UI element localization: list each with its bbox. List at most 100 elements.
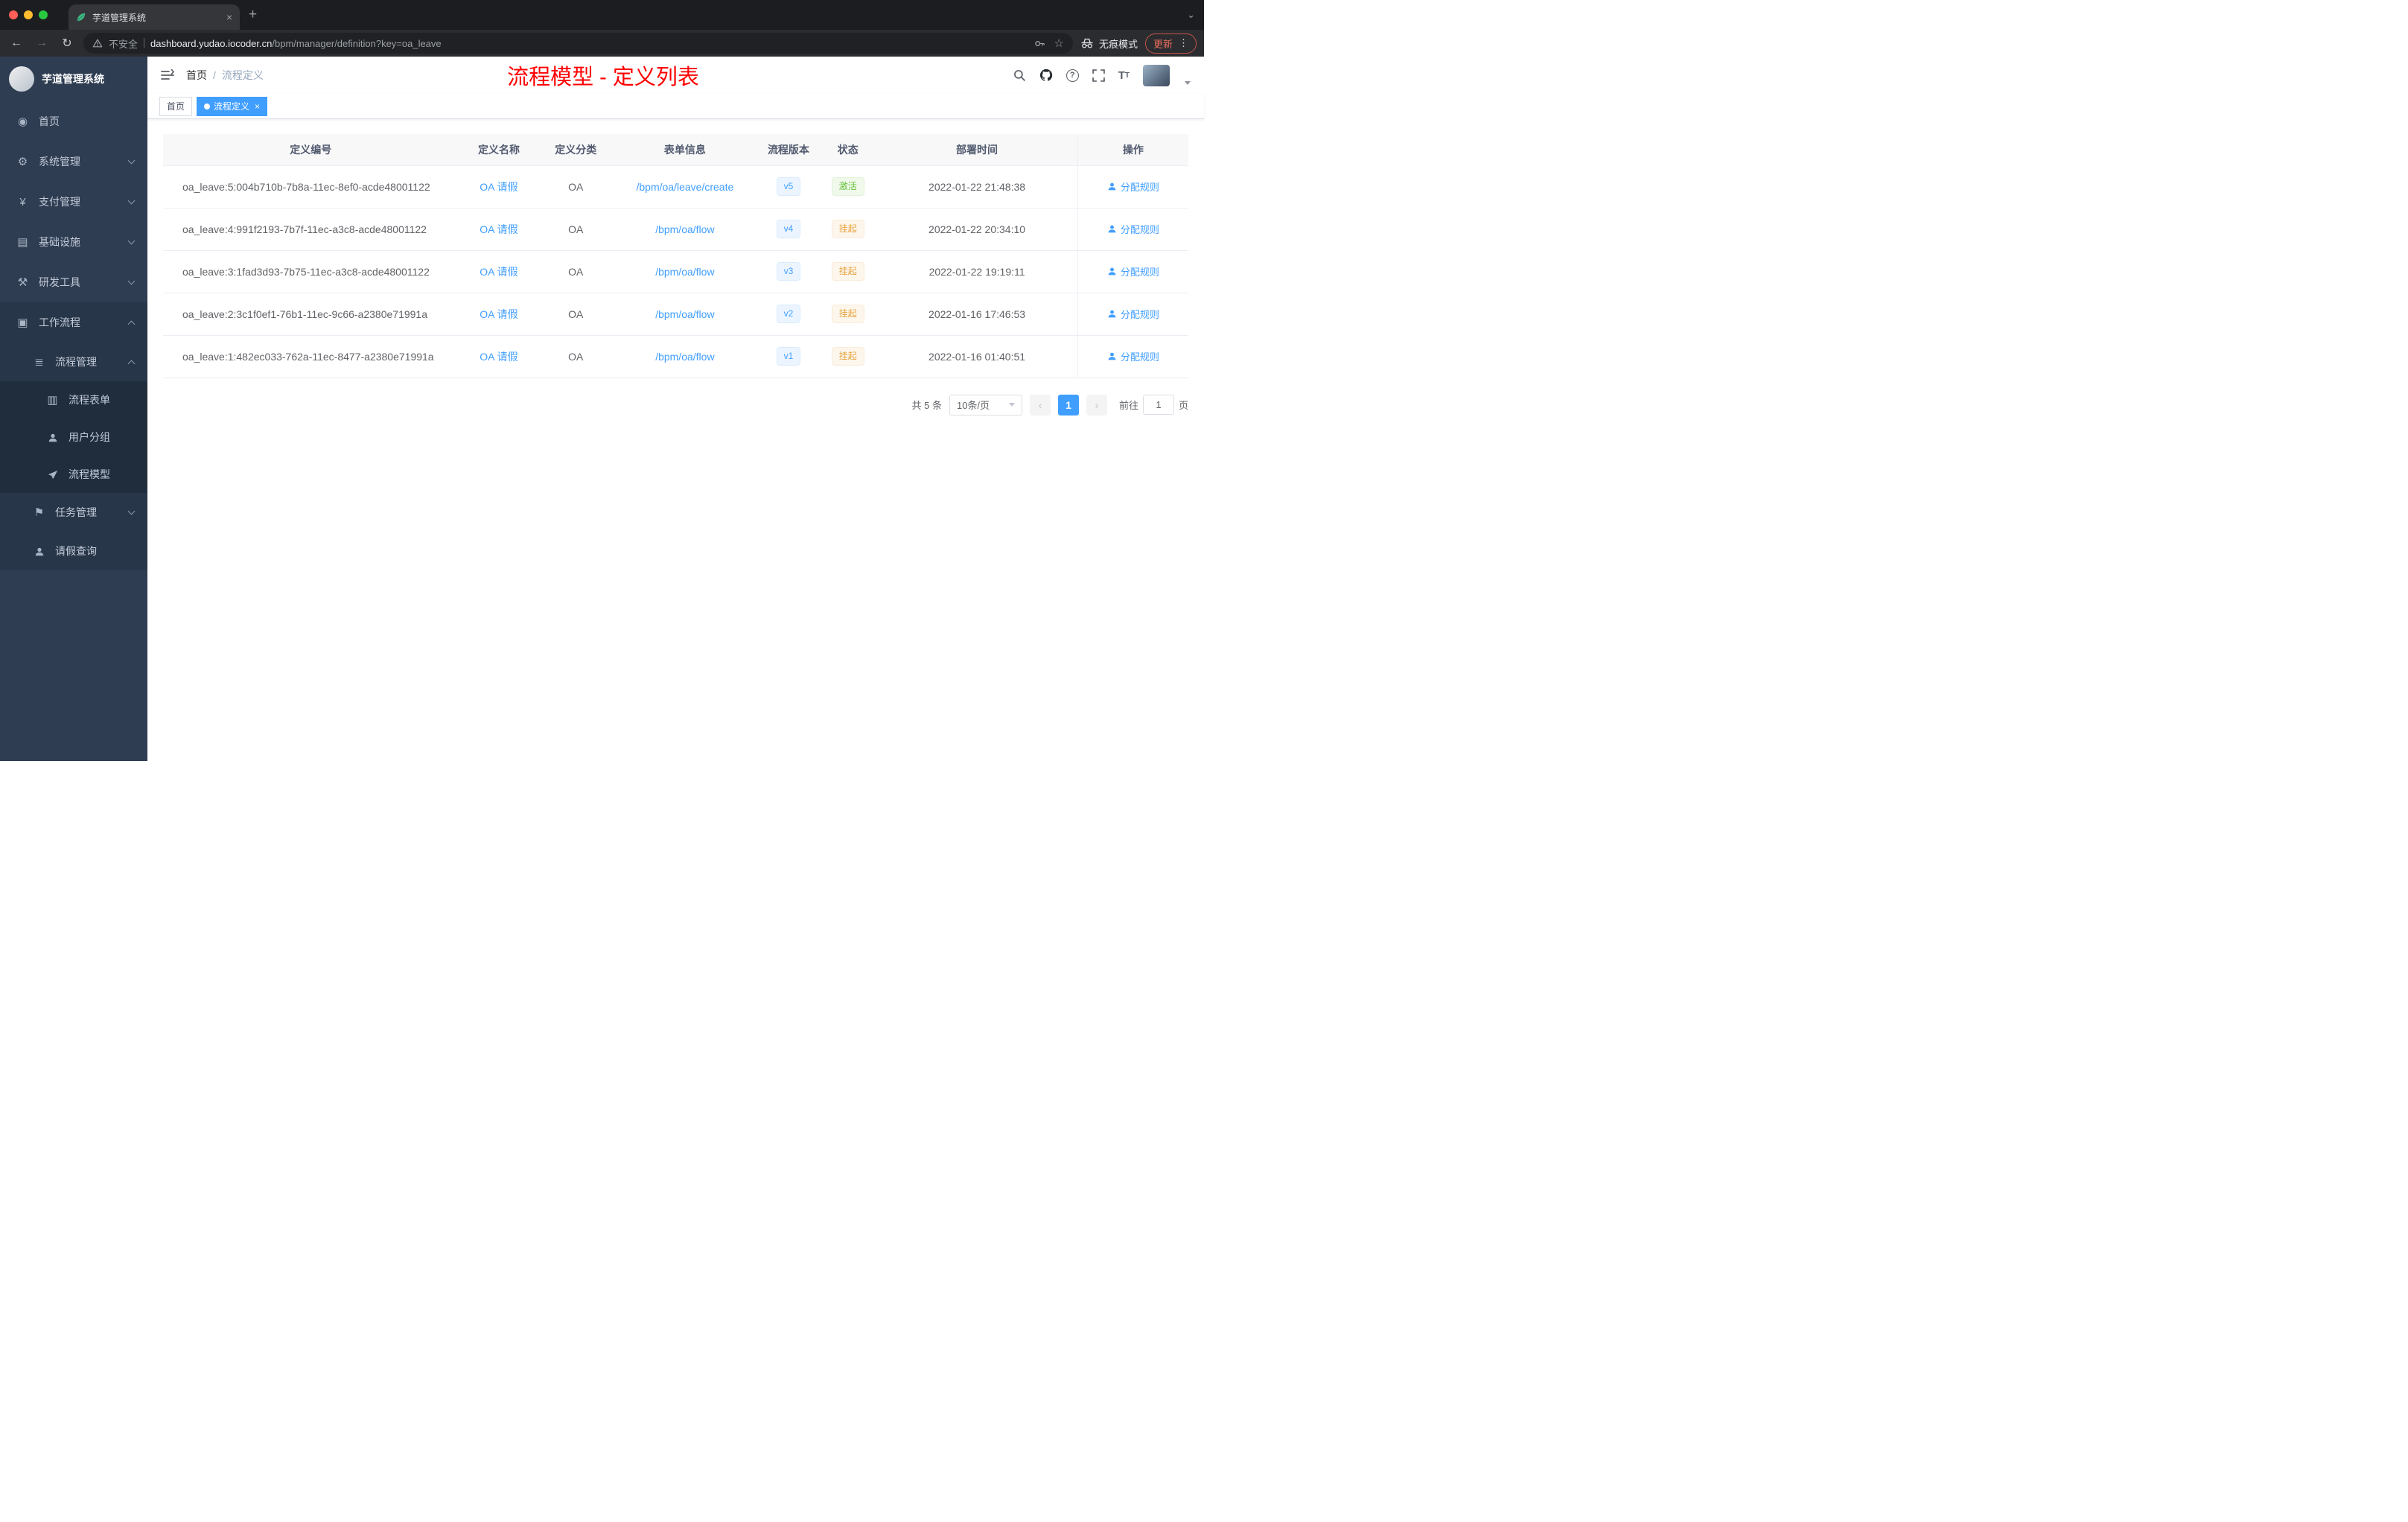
tags-view: 首页 流程定义 ×: [147, 94, 1204, 119]
yen-icon: ¥: [19, 195, 26, 208]
definition-name-link[interactable]: OA 请假: [480, 223, 517, 235]
incognito-icon: [1081, 38, 1093, 48]
font-size-icon[interactable]: TT: [1118, 69, 1130, 82]
column-header-name: 定义名称: [458, 134, 540, 166]
collapse-sidebar-icon[interactable]: [161, 69, 174, 81]
browser-tab[interactable]: 芋道管理系统 ×: [69, 4, 240, 30]
forward-icon[interactable]: →: [33, 36, 51, 50]
definition-category: OA: [539, 335, 613, 378]
assign-rule-link[interactable]: 分配规则: [1107, 349, 1159, 363]
sidebar-item-home[interactable]: ◉ 首页: [0, 101, 147, 141]
favicon-icon: [77, 13, 86, 22]
definition-name-link[interactable]: OA 请假: [480, 181, 517, 193]
sidebar-item-payment[interactable]: ¥ 支付管理: [0, 182, 147, 222]
definition-name-link[interactable]: OA 请假: [480, 266, 517, 278]
page-size-select[interactable]: 10条/页: [949, 394, 1022, 415]
sidebar-item-system[interactable]: ⚙ 系统管理: [0, 141, 147, 182]
back-icon[interactable]: ←: [7, 36, 25, 50]
tag-close-icon[interactable]: ×: [255, 101, 260, 112]
definition-id: oa_leave:4:991f2193-7b7f-11ec-a3c8-acde4…: [163, 208, 459, 251]
goto-page-input[interactable]: [1142, 395, 1174, 415]
assign-rule-link[interactable]: 分配规则: [1107, 179, 1159, 194]
sidebar-item-label: 系统管理: [39, 156, 80, 168]
sidebar-item-task-mgmt[interactable]: ⚑ 任务管理: [0, 493, 147, 532]
zoom-window-button[interactable]: [39, 10, 48, 19]
column-header-form: 表单信息: [612, 134, 758, 166]
tag-process-definition[interactable]: 流程定义 ×: [197, 96, 268, 116]
breadcrumb-home[interactable]: 首页: [186, 68, 207, 83]
github-icon[interactable]: [1039, 69, 1053, 82]
next-page-button[interactable]: ›: [1086, 394, 1107, 415]
pagination: 共 5 条 10条/页 ‹ 1 › 前往 页: [163, 394, 1188, 415]
sidebar-item-devtools[interactable]: ⚒ 研发工具: [0, 262, 147, 302]
close-window-button[interactable]: [9, 10, 18, 19]
form-link[interactable]: /bpm/oa/flow: [655, 308, 714, 320]
tag-home[interactable]: 首页: [159, 96, 193, 116]
search-icon[interactable]: [1013, 69, 1026, 82]
goto-label: 前往: [1118, 400, 1138, 411]
tab-search-icon[interactable]: ⌄: [1187, 9, 1195, 21]
user-menu-caret-icon[interactable]: [1185, 80, 1191, 85]
user-avatar[interactable]: [1143, 64, 1170, 86]
active-tag-dot: [204, 103, 211, 109]
sidebar-item-workflow[interactable]: ▣ 工作流程: [0, 302, 147, 343]
definition-name-link[interactable]: OA 请假: [480, 308, 517, 320]
assign-rule-link[interactable]: 分配规则: [1107, 307, 1159, 321]
deploy-time: 2022-01-22 19:19:11: [876, 250, 1078, 293]
goto-page: 前往 页: [1119, 395, 1188, 415]
new-tab-button[interactable]: +: [249, 7, 257, 23]
form-link[interactable]: /bpm/oa/leave/create: [637, 181, 734, 193]
column-header-id: 定义编号: [163, 134, 459, 166]
current-page-button[interactable]: 1: [1057, 394, 1079, 415]
sidebar-item-leave-query[interactable]: 请假查询: [0, 532, 147, 570]
sidebar-item-label: 支付管理: [39, 196, 80, 208]
page-content: 定义编号 定义名称 定义分类 表单信息 流程版本 状态 部署时间 操作 oa_l…: [147, 119, 1204, 761]
browser-tabstrip: 芋道管理系统 × + ⌄: [0, 0, 1204, 30]
version-badge: v4: [776, 220, 801, 238]
chevron-up-icon: [127, 360, 136, 367]
pagination-total: 共 5 条: [911, 400, 942, 411]
fullscreen-icon[interactable]: [1092, 69, 1105, 82]
prev-page-button[interactable]: ‹: [1029, 394, 1051, 415]
address-bar[interactable]: 不安全 dashboard.yudao.iocoder.cn/bpm/manag…: [83, 33, 1073, 54]
table-row: oa_leave:3:1fad3d93-7b75-11ec-a3c8-acde4…: [163, 250, 1188, 293]
incognito-badge: 无痕模式: [1080, 36, 1138, 51]
password-key-icon[interactable]: [1034, 38, 1045, 49]
main-area: 首页 / 流程定义 流程模型 - 定义列表 ? TT 首页 流程定义 × 定义编…: [147, 57, 1204, 761]
dashboard-icon: ◉: [17, 115, 28, 128]
sidebar-item-process-mgmt[interactable]: ≣ 流程管理: [0, 343, 147, 381]
url-path: /bpm/manager/definition?key=oa_leave: [272, 37, 442, 49]
status-badge: 激活: [831, 177, 864, 196]
sidebar-item-infrastructure[interactable]: ▤ 基础设施: [0, 222, 147, 262]
sidebar-item-process-form[interactable]: ▥ 流程表单: [0, 381, 147, 418]
reload-icon[interactable]: ↻: [58, 36, 76, 51]
column-header-category: 定义分类: [539, 134, 613, 166]
assign-rule-link[interactable]: 分配规则: [1107, 264, 1159, 278]
minimize-window-button[interactable]: [24, 10, 33, 19]
definition-name-link[interactable]: OA 请假: [480, 351, 517, 363]
update-label: 更新: [1153, 38, 1173, 50]
help-icon[interactable]: ?: [1066, 69, 1079, 82]
browser-menu-icon[interactable]: ⋮: [1179, 37, 1188, 49]
person-icon: [33, 545, 45, 558]
update-chip[interactable]: 更新 ⋮: [1144, 33, 1197, 54]
tab-close-icon[interactable]: ×: [226, 11, 232, 23]
definition-category: OA: [539, 293, 613, 336]
bookmark-star-icon[interactable]: ☆: [1054, 36, 1064, 50]
assign-rule-link[interactable]: 分配规则: [1107, 222, 1159, 236]
form-link[interactable]: /bpm/oa/flow: [655, 266, 714, 278]
form-link[interactable]: /bpm/oa/flow: [655, 223, 714, 235]
list-icon: ≣: [34, 356, 44, 369]
chevron-down-icon: [1008, 403, 1015, 407]
definition-category: OA: [539, 250, 613, 293]
chevron-down-icon: [127, 197, 136, 204]
sidebar-item-process-model[interactable]: 流程模型: [0, 456, 147, 493]
table-header-row: 定义编号 定义名称 定义分类 表单信息 流程版本 状态 部署时间 操作: [163, 134, 1188, 166]
form-link[interactable]: /bpm/oa/flow: [655, 351, 714, 363]
definition-id: oa_leave:1:482ec033-762a-11ec-8477-a2380…: [163, 335, 459, 378]
person-icon: [1108, 310, 1116, 318]
tools-icon: ⚒: [17, 276, 28, 289]
sidebar-item-label: 首页: [39, 115, 60, 127]
sidebar-item-label: 任务管理: [55, 506, 97, 518]
sidebar-item-user-group[interactable]: 用户分组: [0, 418, 147, 456]
